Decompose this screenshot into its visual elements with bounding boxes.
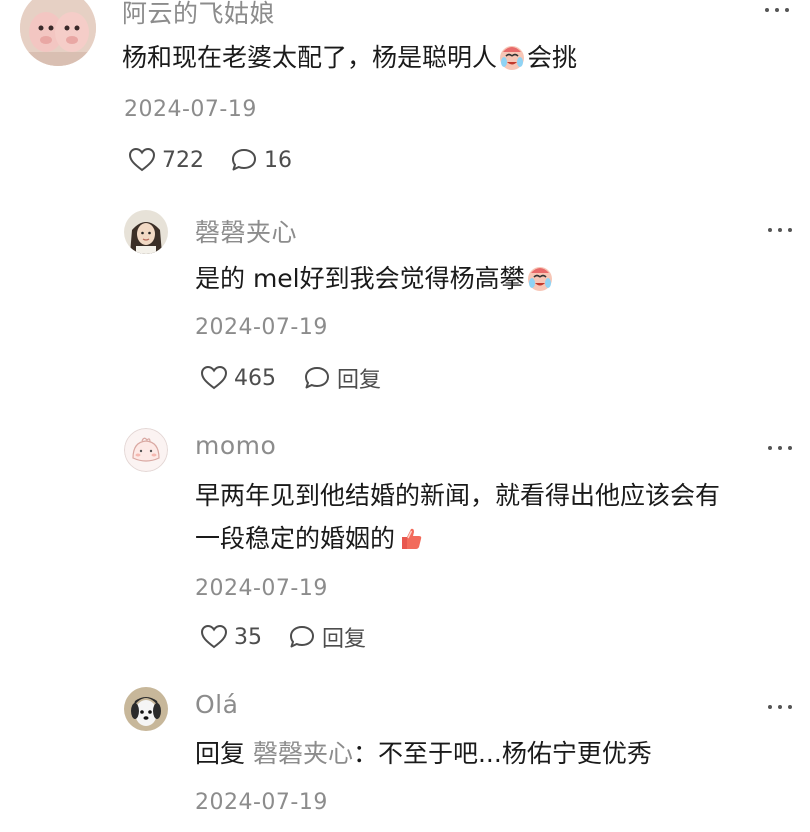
reply-target-username[interactable]: 磬磬夹心 <box>253 739 353 768</box>
comment-text-part: ：不至于吧...杨佑宁更优秀 <box>352 739 652 768</box>
username[interactable]: Olá <box>195 690 238 719</box>
comment-4: Olá 回复 磬磬夹心：不至于吧...杨佑宁更优秀 2024-07-19 <box>0 0 810 832</box>
more-button[interactable] <box>763 697 797 717</box>
reply-prefix: 回复 <box>195 739 246 768</box>
comment-thread: 阿云的飞姑娘 杨和现在老婆太配了，杨是聪明人 会挑 2024-07-19 722 … <box>0 0 810 832</box>
more-dots-icon <box>768 705 772 709</box>
comment-text: 回复 磬磬夹心：不至于吧...杨佑宁更优秀 <box>195 732 652 775</box>
avatar[interactable] <box>124 687 168 731</box>
comment-date: 2024-07-19 <box>195 790 328 815</box>
